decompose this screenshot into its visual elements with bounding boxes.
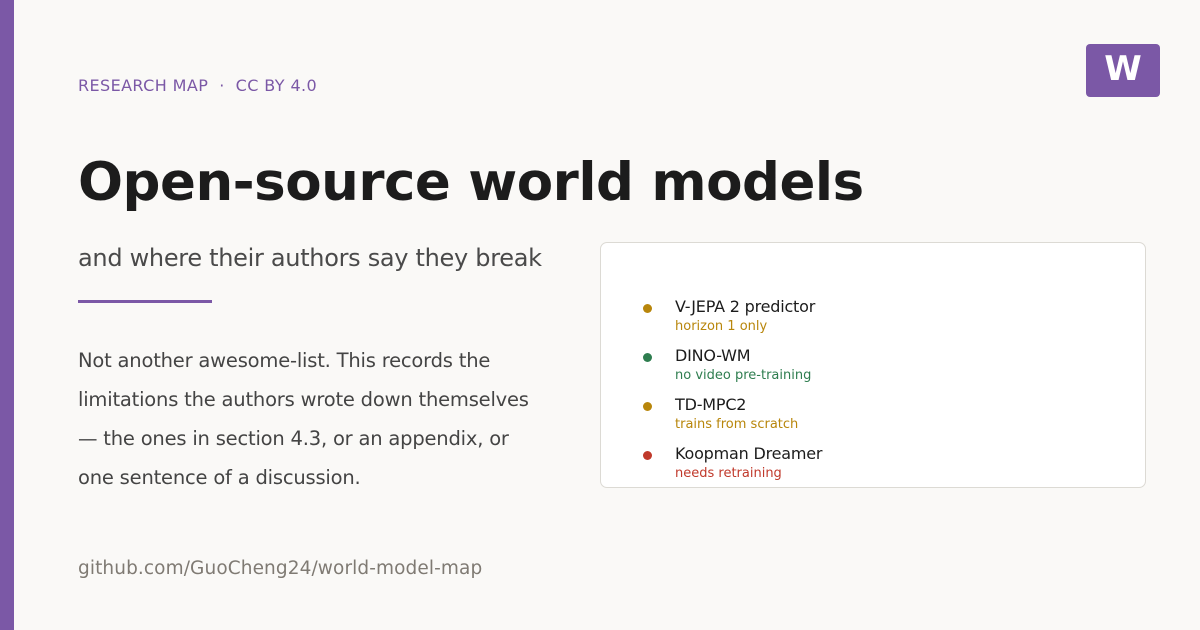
model-limitation: trains from scratch xyxy=(675,417,799,432)
logo-badge: W xyxy=(1086,44,1160,97)
model-name: V-JEPA 2 predictor xyxy=(675,297,816,316)
page-subtitle: and where their authors say they break xyxy=(78,244,542,272)
model-limitation: needs retraining xyxy=(675,466,782,481)
model-limitation: no video pre-training xyxy=(675,368,812,383)
model-name: TD-MPC2 xyxy=(675,395,747,414)
models-card: V-JEPA 2 predictor horizon 1 only DINO-W… xyxy=(600,242,1146,488)
status-dot-icon xyxy=(643,402,652,411)
model-limitation: horizon 1 only xyxy=(675,319,768,334)
model-name: DINO-WM xyxy=(675,346,751,365)
eyebrow-label: RESEARCH MAP · CC BY 4.0 xyxy=(78,76,318,95)
repo-link[interactable]: github.com/GuoCheng24/world-model-map xyxy=(78,558,482,579)
status-dot-icon xyxy=(643,304,652,313)
accent-bar xyxy=(0,0,14,630)
description-text: Not another awesome-list. This records t… xyxy=(78,349,529,489)
divider xyxy=(78,300,212,303)
status-dot-icon xyxy=(643,451,652,460)
page-title: Open-source world models xyxy=(78,152,864,213)
model-name: Koopman Dreamer xyxy=(675,444,823,463)
status-dot-icon xyxy=(643,353,652,362)
